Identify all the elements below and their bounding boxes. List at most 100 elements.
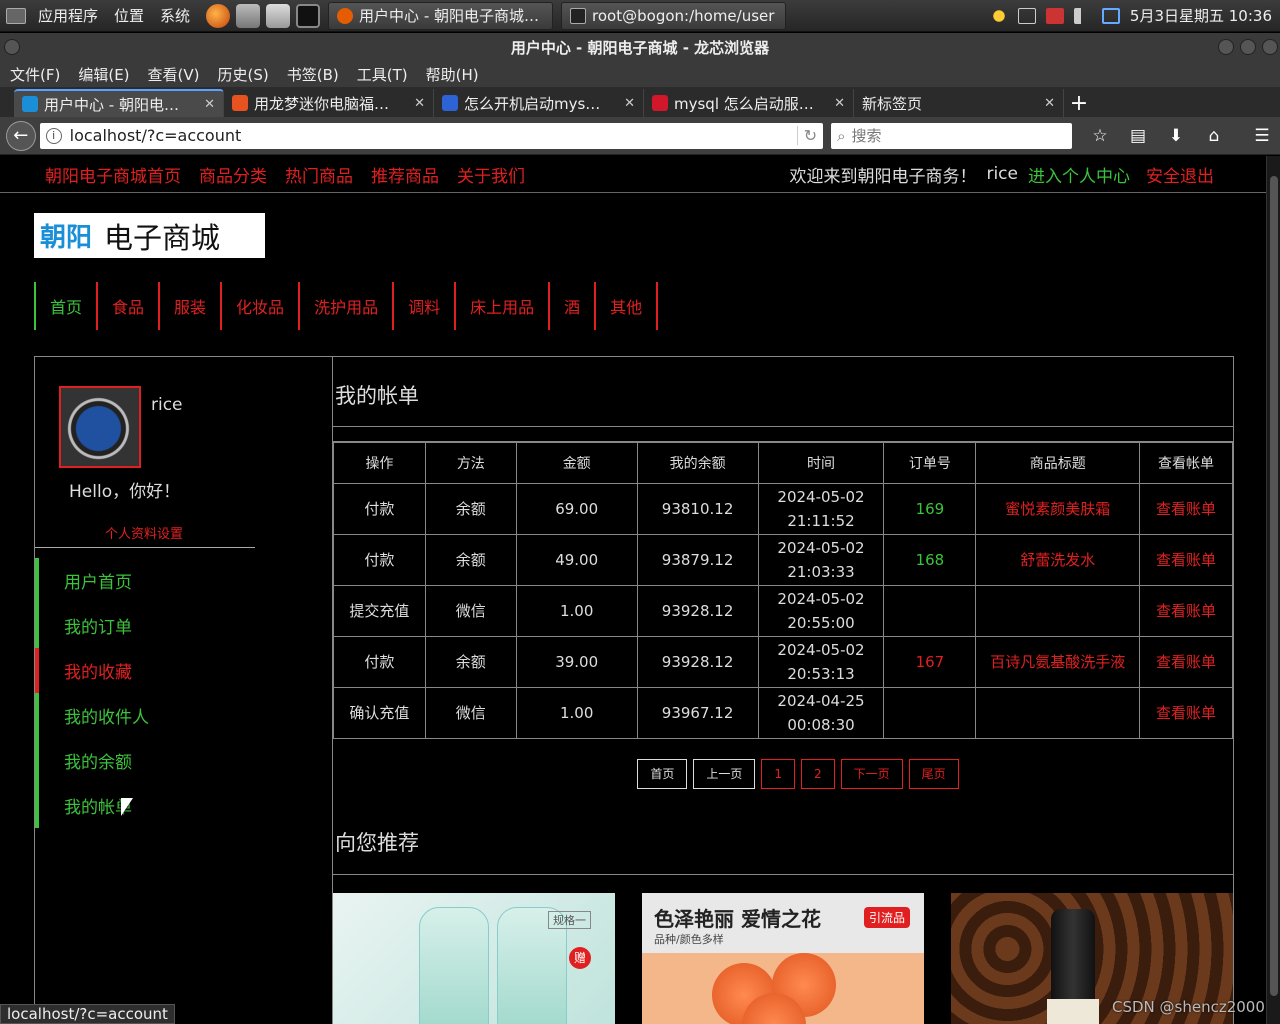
tab-close-icon[interactable]: ✕: [1044, 96, 1055, 111]
sidebar-item-orders[interactable]: 我的订单: [35, 603, 255, 648]
logout-link[interactable]: 安全退出: [1146, 162, 1214, 187]
screenshot-launcher-icon[interactable]: [236, 3, 261, 28]
pager-last[interactable]: 尾页: [908, 759, 959, 789]
view-bill-link[interactable]: 查看账单: [1139, 585, 1233, 637]
category-cosmetics[interactable]: 化妆品: [222, 282, 301, 330]
new-tab-button[interactable]: +: [1064, 89, 1094, 117]
view-bill-link[interactable]: 查看账单: [1139, 483, 1233, 535]
view-bill-link[interactable]: 查看账单: [1139, 534, 1233, 586]
sidebar-item-recipients[interactable]: 我的收件人: [35, 693, 255, 738]
category-food[interactable]: 食品: [98, 282, 161, 330]
cell-order-no[interactable]: 168: [883, 534, 977, 586]
download-icon[interactable]: ⬇: [1164, 126, 1188, 146]
os-menu-places[interactable]: 位置: [108, 5, 150, 26]
volume-icon[interactable]: [1073, 7, 1092, 24]
cell-product-title[interactable]: 舒蕾洗发水: [975, 534, 1141, 586]
nav-about[interactable]: 关于我们: [457, 162, 525, 187]
nav-categories[interactable]: 商品分类: [199, 162, 267, 187]
sidebar-item-balance[interactable]: 我的余额: [35, 738, 255, 783]
maximize-icon[interactable]: [1240, 39, 1256, 55]
menu-file[interactable]: 文件(F): [4, 64, 66, 85]
nav-recommended[interactable]: 推荐商品: [371, 162, 439, 187]
cell-product-title[interactable]: 百诗凡氨基酸洗手液: [975, 636, 1141, 688]
category-clothing[interactable]: 服装: [160, 282, 223, 330]
site-logo[interactable]: 朝阳 电子商城: [34, 213, 265, 258]
menu-history[interactable]: 历史(S): [212, 64, 275, 85]
menu-help[interactable]: 帮助(H): [420, 64, 485, 85]
close-window-icon[interactable]: [1262, 39, 1278, 55]
pager-prev[interactable]: 上一页: [693, 759, 756, 789]
menu-view[interactable]: 查看(V): [142, 64, 206, 85]
tab-new-tab[interactable]: 新标签页 ✕: [854, 89, 1064, 117]
menu-tools[interactable]: 工具(T): [351, 64, 414, 85]
os-menu-system[interactable]: 系统: [154, 5, 196, 26]
personal-center-link[interactable]: 进入个人中心: [1028, 162, 1130, 187]
pager-page-1[interactable]: 1: [761, 759, 795, 789]
tab-mysql-start[interactable]: mysql 怎么启动服… ✕: [644, 89, 854, 117]
taskbar-browser[interactable]: 用户中心 - 朝阳电子商城…: [328, 1, 554, 30]
reload-icon[interactable]: ↻: [796, 126, 817, 145]
reading-list-icon[interactable]: ▤: [1126, 126, 1150, 146]
taskbar-terminal[interactable]: root@bogon:/home/user: [561, 1, 787, 30]
category-other[interactable]: 其他: [596, 282, 659, 330]
profile-settings-link[interactable]: 个人资料设置: [105, 523, 183, 542]
home-icon[interactable]: ⌂: [1202, 126, 1226, 146]
recommend-item-shampoo[interactable]: 规格一 赠: [333, 893, 615, 1024]
category-home[interactable]: 首页: [34, 282, 99, 330]
view-bill-link[interactable]: 查看账单: [1139, 636, 1233, 688]
search-input[interactable]: ⌕ 搜索: [831, 122, 1073, 149]
site-info-icon[interactable]: i: [45, 127, 62, 144]
terminal-launcher-icon[interactable]: [296, 3, 321, 28]
cell-product-title[interactable]: 蜜悦素颜美肤霜: [975, 483, 1141, 535]
url-text[interactable]: localhost/?c=account: [70, 126, 789, 145]
header-username: rice: [986, 164, 1018, 184]
browser-launcher-icon[interactable]: [206, 3, 231, 28]
view-bill-link[interactable]: 查看账单: [1139, 687, 1233, 739]
pager-page-2[interactable]: 2: [801, 759, 835, 789]
tab-bar: 用户中心 - 朝阳电… ✕ 用龙梦迷你电脑福… ✕ 怎么开机启动mys… ✕ m…: [0, 87, 1280, 117]
tab-close-icon[interactable]: ✕: [624, 96, 635, 111]
tab-close-icon[interactable]: ✕: [414, 96, 425, 111]
keyboard-icon[interactable]: [1017, 7, 1036, 24]
category-toiletries[interactable]: 洗护用品: [300, 282, 395, 330]
tab-close-icon[interactable]: ✕: [834, 96, 845, 111]
avatar[interactable]: [59, 386, 141, 468]
os-menu-applications[interactable]: 应用程序: [32, 5, 104, 26]
sidebar-item-favorites[interactable]: 我的收藏: [35, 648, 255, 693]
pager-first[interactable]: 首页: [637, 759, 688, 789]
file-manager-launcher-icon[interactable]: [266, 3, 291, 28]
hamburger-menu-icon[interactable]: ☰: [1250, 126, 1274, 146]
nav-hot[interactable]: 热门商品: [285, 162, 353, 187]
url-bar[interactable]: i localhost/?c=account ↻: [39, 122, 824, 149]
window-menu-icon[interactable]: [4, 39, 20, 55]
recommend-item-flowers[interactable]: 色泽艳丽 爱情之花 品种/颜色多样 引流品: [642, 893, 924, 1024]
cell-order-no[interactable]: 167: [883, 636, 977, 688]
cell-product-title: [975, 687, 1141, 739]
sidebar-item-bills[interactable]: 我的帐单: [35, 783, 255, 828]
minimize-icon[interactable]: [1218, 39, 1234, 55]
clock[interactable]: 5月3日星期五 10:36: [1130, 5, 1272, 26]
network-icon[interactable]: [1101, 7, 1120, 24]
menu-bookmarks[interactable]: 书签(B): [281, 64, 345, 85]
back-button[interactable]: ←: [6, 120, 36, 151]
input-method-icon[interactable]: [1045, 7, 1064, 24]
category-liquor[interactable]: 酒: [550, 282, 597, 330]
page-scrollbar[interactable]: [1266, 156, 1280, 1024]
cell-amount: 49.00: [515, 534, 638, 586]
menu-edit[interactable]: 编辑(E): [72, 64, 135, 85]
tab-close-icon[interactable]: ✕: [204, 97, 215, 112]
bookmark-star-icon[interactable]: ☆: [1088, 126, 1112, 146]
pager-next[interactable]: 下一页: [840, 759, 903, 789]
category-seasoning[interactable]: 调料: [394, 282, 457, 330]
cell-order-no[interactable]: 169: [883, 483, 977, 535]
scrollbar-thumb[interactable]: [1270, 176, 1278, 996]
category-bedding[interactable]: 床上用品: [456, 282, 551, 330]
cell-operation: 付款: [333, 483, 426, 535]
tab-user-center[interactable]: 用户中心 - 朝阳电… ✕: [14, 89, 224, 117]
tab-mysql-autostart[interactable]: 怎么开机启动mys… ✕: [434, 89, 644, 117]
nav-home[interactable]: 朝阳电子商城首页: [45, 162, 181, 187]
weather-icon[interactable]: [989, 7, 1008, 24]
sidebar-item-user-home[interactable]: 用户首页: [35, 558, 255, 603]
applications-icon[interactable]: [6, 7, 26, 24]
tab-loongson-mini[interactable]: 用龙梦迷你电脑福… ✕: [224, 89, 434, 117]
